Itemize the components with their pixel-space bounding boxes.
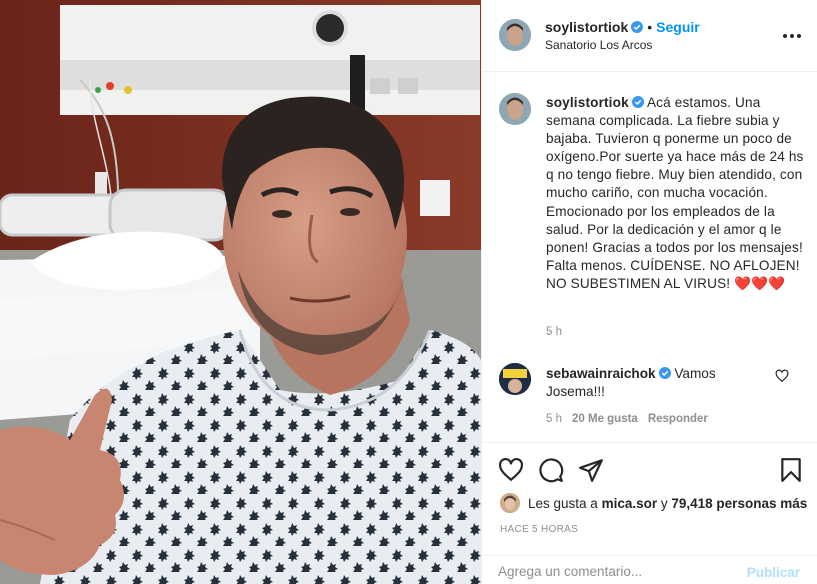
separator-dot: • <box>647 19 653 35</box>
reply-button[interactable]: Responder <box>648 413 708 425</box>
add-comment-bar: Publicar <box>482 555 817 584</box>
verified-badge-icon <box>631 96 644 108</box>
liker-avatar[interactable] <box>500 493 520 513</box>
post-side-panel: soylistortiok • Seguir Sanatorio Los Arcos… <box>481 0 817 584</box>
post-photo[interactable] <box>0 0 481 584</box>
caption-text: Acá estamos. Una semana complicada. La f… <box>546 95 804 291</box>
post-age[interactable]: HACE 5 HORAS <box>500 524 578 535</box>
likes-count[interactable]: 79,418 personas más <box>671 496 807 511</box>
heart-outline-icon[interactable] <box>498 457 524 483</box>
more-options-button[interactable] <box>780 24 804 48</box>
comments-section[interactable]: soylistortiok Acá estamos. Una semana co… <box>482 72 817 442</box>
bookmark-icon[interactable] <box>778 457 804 483</box>
comment-meta: 5 h 20 Me gusta Responder <box>546 413 718 425</box>
likes-summary: Les gusta a mica.sor y 79,418 personas m… <box>500 493 807 513</box>
ellipsis-icon <box>783 34 801 38</box>
speech-bubble-icon[interactable] <box>538 457 564 483</box>
commenter-username[interactable]: sebawainraichok <box>546 366 656 381</box>
location-link[interactable]: Sanatorio Los Arcos <box>545 38 652 52</box>
likes-joiner: y <box>660 495 668 511</box>
comment-input[interactable] <box>498 564 738 579</box>
liker-username[interactable]: mica.sor <box>602 496 658 511</box>
author-avatar[interactable] <box>499 19 531 51</box>
commenter-avatar[interactable] <box>499 363 531 395</box>
paper-plane-icon[interactable] <box>578 457 604 483</box>
caption-timestamp[interactable]: 5 h <box>546 326 562 338</box>
post-actions: Les gusta a mica.sor y 79,418 personas m… <box>482 442 817 584</box>
post-caption: soylistortiok Acá estamos. Una semana co… <box>546 94 808 293</box>
post-header: soylistortiok • Seguir Sanatorio Los Arcos <box>482 0 817 72</box>
caption-author-avatar[interactable] <box>499 93 531 125</box>
comment-timestamp[interactable]: 5 h <box>546 413 562 425</box>
comment-body: sebawainraichok Vamos Josema!!! <box>546 365 774 401</box>
heart-emoji: ❤️❤️❤️ <box>734 275 786 291</box>
author-username[interactable]: soylistortiok <box>545 19 628 35</box>
verified-badge-icon <box>658 367 671 379</box>
verified-badge-icon <box>631 21 644 33</box>
hospital-selfie-image <box>0 0 481 584</box>
publish-comment-button[interactable]: Publicar <box>747 565 800 580</box>
likes-prefix: Les gusta a <box>528 495 598 511</box>
follow-button[interactable]: Seguir <box>656 19 700 35</box>
comment-heart-icon[interactable] <box>775 369 789 383</box>
comment-likes-count[interactable]: 20 Me gusta <box>572 413 638 425</box>
caption-username[interactable]: soylistortiok <box>546 95 629 110</box>
